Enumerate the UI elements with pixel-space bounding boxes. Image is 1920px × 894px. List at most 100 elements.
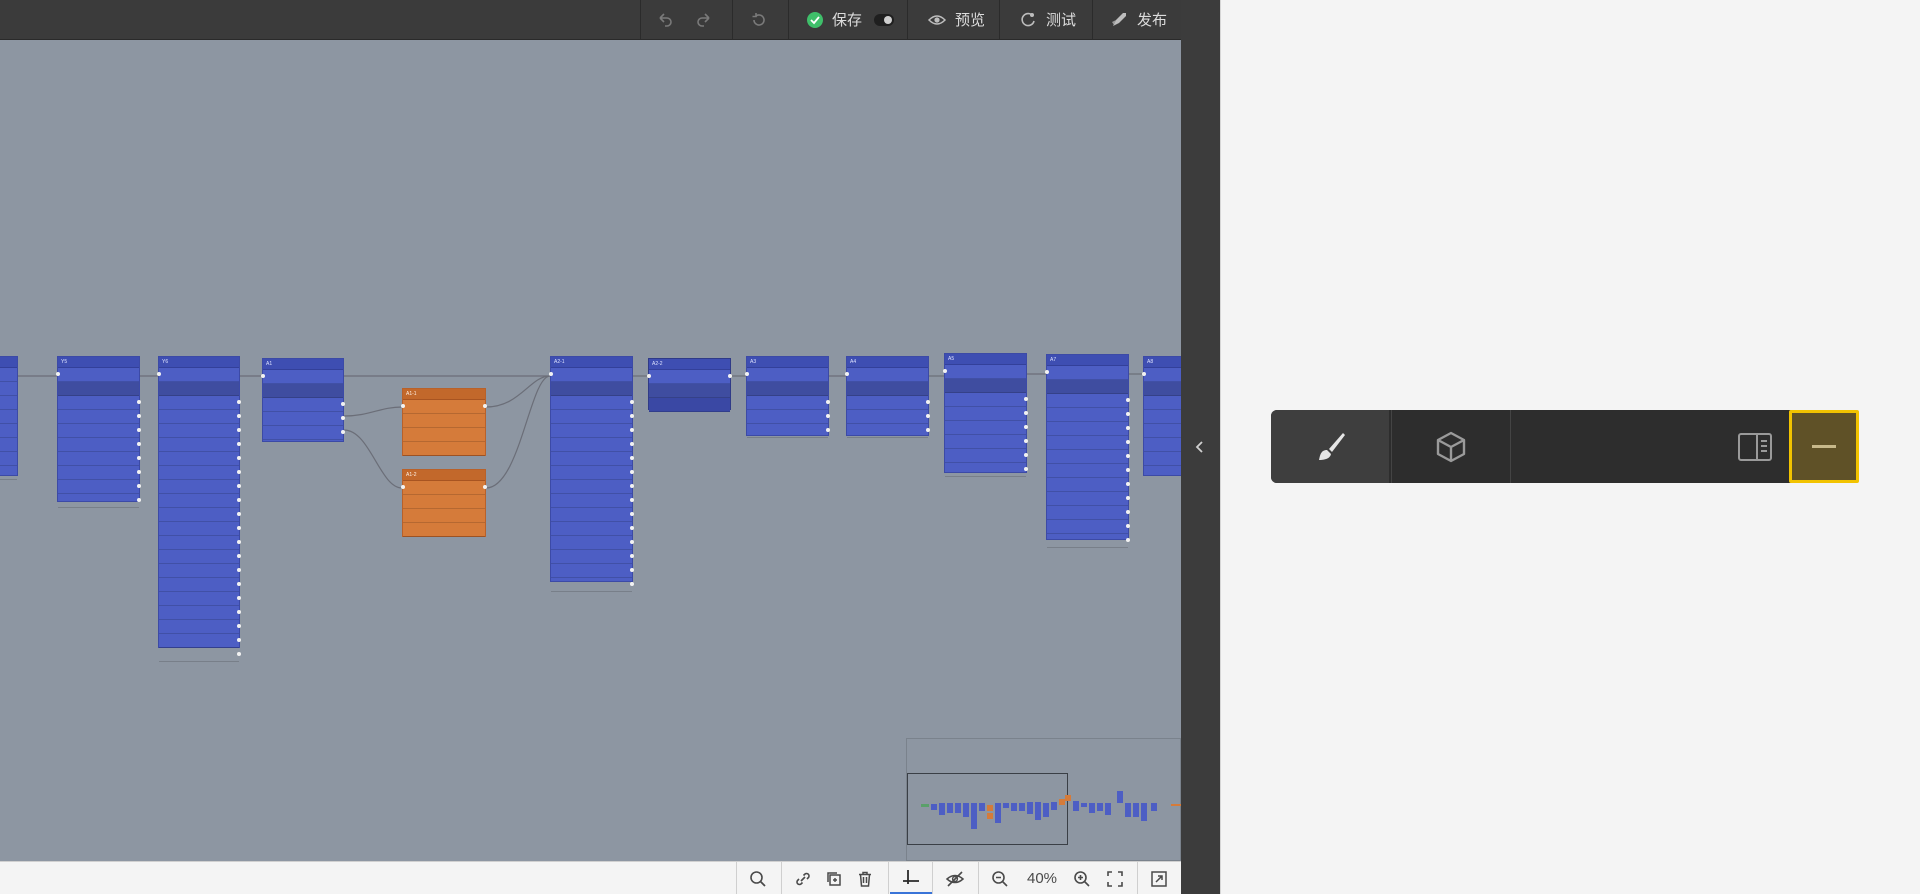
output-port[interactable] [1126, 482, 1130, 486]
output-port[interactable] [137, 400, 141, 404]
output-port[interactable] [237, 596, 241, 600]
output-port[interactable] [728, 374, 732, 378]
output-port[interactable] [1126, 440, 1130, 444]
output-port[interactable] [237, 610, 241, 614]
output-port[interactable] [341, 402, 345, 406]
output-port[interactable] [1024, 411, 1028, 415]
output-port[interactable] [1024, 425, 1028, 429]
brush-button[interactable] [1271, 410, 1389, 483]
publish-button[interactable]: 发布 [1109, 0, 1167, 39]
output-port[interactable] [237, 526, 241, 530]
output-port[interactable] [137, 442, 141, 446]
input-port[interactable] [401, 485, 405, 489]
output-port[interactable] [630, 540, 634, 544]
output-port[interactable] [137, 498, 141, 502]
flow-node-y5[interactable]: Y5 [56, 356, 141, 508]
output-port[interactable] [237, 456, 241, 460]
delete-button[interactable] [853, 862, 877, 894]
flow-node-a1-1[interactable]: A1-1 [401, 388, 487, 456]
output-port[interactable] [341, 416, 345, 420]
output-port[interactable] [630, 512, 634, 516]
output-port[interactable] [341, 430, 345, 434]
minimap[interactable] [906, 738, 1181, 861]
flow-node-a3[interactable]: A3 [745, 356, 830, 438]
input-port[interactable] [845, 372, 849, 376]
output-port[interactable] [237, 498, 241, 502]
zoom-out-button[interactable] [988, 862, 1012, 894]
output-port[interactable] [630, 554, 634, 558]
output-port[interactable] [237, 624, 241, 628]
hide-button[interactable] [943, 862, 967, 894]
output-port[interactable] [1126, 412, 1130, 416]
input-port[interactable] [745, 372, 749, 376]
output-port[interactable] [137, 456, 141, 460]
output-port[interactable] [237, 540, 241, 544]
input-port[interactable] [1142, 372, 1146, 376]
output-port[interactable] [630, 484, 634, 488]
output-port[interactable] [237, 400, 241, 404]
output-port[interactable] [1024, 439, 1028, 443]
output-port[interactable] [237, 638, 241, 642]
input-port[interactable] [401, 404, 405, 408]
output-port[interactable] [826, 414, 830, 418]
input-port[interactable] [943, 369, 947, 373]
flow-node[interactable] [0, 356, 18, 480]
output-port[interactable] [630, 456, 634, 460]
output-port[interactable] [137, 470, 141, 474]
flow-node-a7[interactable]: A7 [1045, 354, 1130, 548]
output-port[interactable] [630, 568, 634, 572]
flow-node-a2-2[interactable]: A2-2 [647, 358, 732, 412]
output-port[interactable] [137, 428, 141, 432]
output-port[interactable] [630, 526, 634, 530]
collapse-panel-button[interactable] [1194, 438, 1206, 461]
link-button[interactable] [791, 862, 815, 894]
output-port[interactable] [826, 400, 830, 404]
output-port[interactable] [826, 428, 830, 432]
output-port[interactable] [237, 442, 241, 446]
output-port[interactable] [483, 404, 487, 408]
output-port[interactable] [1024, 453, 1028, 457]
output-port[interactable] [630, 470, 634, 474]
expand-button[interactable] [1146, 862, 1172, 894]
output-port[interactable] [1126, 398, 1130, 402]
output-port[interactable] [237, 652, 241, 656]
test-button[interactable]: 测试 [1018, 0, 1076, 39]
fit-view-button[interactable] [1103, 862, 1127, 894]
output-port[interactable] [630, 414, 634, 418]
search-button[interactable] [746, 862, 770, 894]
output-port[interactable] [1126, 496, 1130, 500]
output-port[interactable] [630, 442, 634, 446]
flow-node-y6[interactable]: Y6 [157, 356, 241, 662]
output-port[interactable] [1024, 397, 1028, 401]
input-port[interactable] [1045, 370, 1049, 374]
autosave-toggle[interactable] [874, 13, 895, 26]
input-port[interactable] [56, 372, 60, 376]
output-port[interactable] [237, 554, 241, 558]
copy-button[interactable] [822, 862, 846, 894]
output-port[interactable] [237, 512, 241, 516]
preview-button[interactable]: 预览 [927, 0, 985, 39]
input-port[interactable] [261, 374, 265, 378]
flow-node-a5[interactable]: A5 [943, 353, 1028, 477]
input-port[interactable] [647, 374, 651, 378]
output-port[interactable] [926, 428, 930, 432]
output-port[interactable] [1126, 426, 1130, 430]
side-panel-button[interactable] [1726, 410, 1784, 483]
output-port[interactable] [237, 470, 241, 474]
output-port[interactable] [483, 485, 487, 489]
align-button[interactable] [890, 862, 932, 894]
output-port[interactable] [630, 498, 634, 502]
output-port[interactable] [237, 414, 241, 418]
redo-button[interactable] [694, 0, 714, 39]
flow-node-a8[interactable]: A8 [1142, 356, 1181, 476]
3d-view-button[interactable] [1391, 410, 1511, 483]
undo-button[interactable] [655, 0, 675, 39]
output-port[interactable] [1126, 510, 1130, 514]
minimize-button[interactable] [1789, 410, 1859, 483]
input-port[interactable] [157, 372, 161, 376]
flow-node-a1[interactable]: A1 [261, 358, 345, 442]
output-port[interactable] [237, 484, 241, 488]
output-port[interactable] [137, 484, 141, 488]
output-port[interactable] [630, 428, 634, 432]
output-port[interactable] [237, 568, 241, 572]
